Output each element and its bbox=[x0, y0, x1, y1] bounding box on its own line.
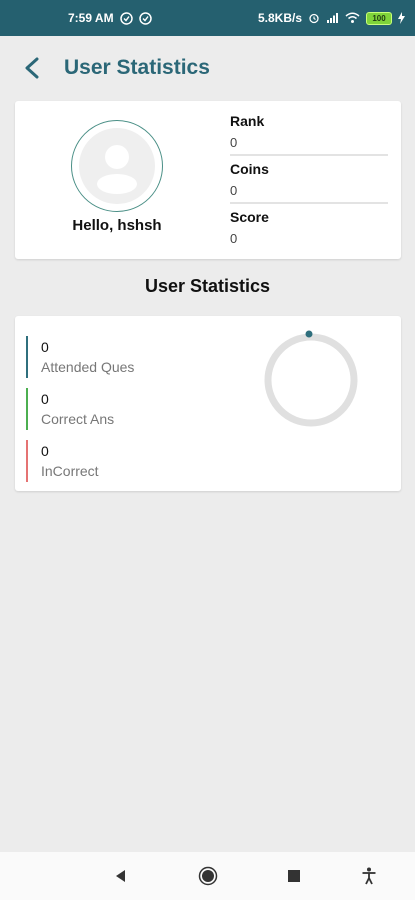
section-title: User Statistics bbox=[144, 276, 271, 296]
wifi-icon bbox=[345, 12, 360, 24]
app-bar: User Statistics bbox=[0, 36, 415, 100]
attended-stat: 0 Attended Ques bbox=[26, 336, 134, 378]
divider bbox=[230, 202, 388, 204]
notification-icon bbox=[138, 11, 152, 25]
signal-icon bbox=[326, 12, 339, 24]
coins-stat: Coins 0 bbox=[230, 161, 388, 204]
avatar bbox=[71, 120, 163, 212]
statistics-card: 0 Attended Ques 0 Correct Ans 0 InCorrec… bbox=[15, 316, 401, 491]
donut-ring bbox=[264, 333, 358, 427]
page-title: User Statistics bbox=[64, 56, 210, 79]
score-value: 0 bbox=[230, 231, 238, 246]
status-left: 7:59 AM bbox=[68, 11, 152, 25]
system-nav-bar bbox=[0, 852, 415, 900]
status-time: 7:59 AM bbox=[68, 11, 114, 25]
nav-back-button[interactable] bbox=[108, 864, 132, 888]
battery-icon: 100 bbox=[366, 11, 392, 25]
coins-value: 0 bbox=[230, 183, 238, 198]
rank-stat: Rank 0 bbox=[230, 113, 388, 156]
attended-label: Attended Ques bbox=[41, 359, 135, 375]
donut-indicator bbox=[305, 330, 313, 338]
score-label: Score bbox=[230, 209, 269, 225]
rank-value: 0 bbox=[230, 135, 238, 150]
accessibility-icon bbox=[362, 867, 376, 885]
legend-bar-incorrect bbox=[26, 440, 28, 482]
incorrect-label: InCorrect bbox=[41, 463, 99, 479]
notification-icon bbox=[119, 11, 133, 25]
recents-square-icon bbox=[288, 870, 300, 882]
profile-card: Hello, hshsh Rank 0 Coins 0 Score 0 bbox=[15, 101, 401, 259]
user-avatar-icon bbox=[79, 128, 155, 204]
alarm-icon bbox=[308, 12, 320, 24]
greeting-text: Hello, hshsh bbox=[72, 217, 162, 234]
divider bbox=[230, 154, 388, 156]
status-right: 5.8KB/s 100 bbox=[258, 11, 405, 25]
legend-bar-attended bbox=[26, 336, 28, 378]
score-stat: Score 0 bbox=[230, 209, 388, 246]
incorrect-stat: 0 InCorrect bbox=[26, 440, 99, 482]
correct-stat: 0 Correct Ans bbox=[26, 388, 114, 430]
back-triangle-icon bbox=[116, 870, 125, 882]
statistics-donut-chart bbox=[264, 330, 358, 427]
accessibility-button[interactable] bbox=[357, 864, 381, 888]
home-circle-icon bbox=[198, 866, 218, 886]
back-button[interactable] bbox=[12, 48, 52, 88]
charging-icon bbox=[398, 12, 405, 24]
correct-label: Correct Ans bbox=[41, 411, 115, 427]
attended-value: 0 bbox=[41, 339, 49, 355]
coins-label: Coins bbox=[230, 161, 269, 177]
status-bar: 7:59 AM 5.8KB/s 100 bbox=[0, 0, 415, 36]
nav-recents-button[interactable] bbox=[282, 864, 306, 888]
nav-home-button[interactable] bbox=[196, 864, 220, 888]
rank-label: Rank bbox=[230, 113, 265, 129]
back-arrow-icon bbox=[25, 57, 39, 79]
legend-bar-correct bbox=[26, 388, 28, 430]
incorrect-value: 0 bbox=[41, 443, 49, 459]
network-speed: 5.8KB/s bbox=[257, 11, 302, 25]
correct-value: 0 bbox=[41, 391, 49, 407]
